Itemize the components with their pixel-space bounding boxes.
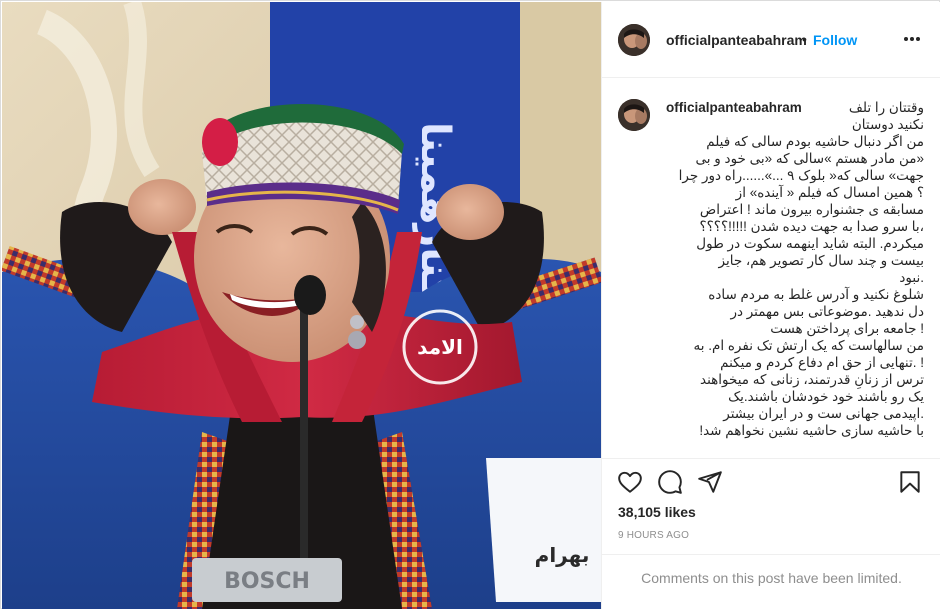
action-bar [602,458,940,506]
caption-line: میکردم. البته شاید اینهمه سکوت در طول [696,236,924,251]
caption-line: .اپیدمی جهانی ست و در ایران بیشتر [723,406,924,421]
instagram-post: ماکنارهمینا الامد BOSCH بهرام officialpa… [0,0,940,609]
post-photo[interactable]: ماکنارهمینا الامد BOSCH بهرام [2,2,601,609]
caption-line: مسابقه ی جشنواره بیرون ماند ! اعتراض [699,202,924,217]
mic-brand: BOSCH [224,569,310,594]
comment-icon[interactable] [657,469,683,495]
caption-line: ترس از زنانِ قدرتمند، زنانی که میخواهند [700,372,924,387]
likes-count[interactable]: 38,105 likes [618,504,696,520]
caption-text: وقتتان را تلف نکنید دوستان من اگر دنبال حا… [666,99,924,439]
post-header: officialpanteabahram • Follow [602,2,940,78]
caption-line: جهت» سالی که« بلوک ۹ ...»......راه دور چ… [678,168,924,183]
share-icon-svg [698,471,722,493]
avatar[interactable] [618,24,650,56]
post-side-panel: officialpanteabahram • Follow officialpa… [601,2,940,609]
caption-line: .نبود [899,270,924,285]
separator-dot: • [802,31,807,47]
caption-avatar[interactable] [618,99,650,131]
avatar-image [618,24,650,56]
more-dot [916,37,920,41]
avatar-image [618,99,650,131]
follow-button[interactable]: Follow [813,32,857,48]
share-icon[interactable] [697,469,723,495]
caption-line: بیست و چند سال کار تصویر هم، جایز [718,253,924,268]
caption-username[interactable]: officialpanteabahram [666,99,802,116]
bookmark-icon[interactable] [897,469,923,495]
heart-icon[interactable] [617,469,643,495]
heart-icon-svg [618,471,642,493]
post-caption: officialpanteabahram وقتتان را تلف نکنید … [666,99,924,439]
caption-line: با حاشیه سازی حاشیه نشین نخواهم شد! [699,423,924,438]
caption-line: ،با سرو صدا به جهت دیده شدن !!!!!؟؟؟؟ [699,219,924,234]
caption-line: دل ندهید .موضوعاتی بس مهمتر در [730,304,924,319]
caption-line: نکنید دوستان [851,117,924,132]
more-dot [910,37,914,41]
caption-line: «من مادر هستم »سالی که «بی خود و بی [695,151,924,166]
post-username[interactable]: officialpanteabahram [666,32,807,48]
caption-line: من سالهاست که یک ارتش تک نفره ام. به [693,338,924,353]
comment-icon-svg [658,470,682,494]
comments-area[interactable]: officialpanteabahram وقتتان را تلف نکنید … [602,79,940,457]
comments-limited-notice: Comments on this post have been limited. [602,554,940,608]
caption-line: ! .تنهایی از حق ام دفاع کردم و میکنم [720,355,924,370]
caption-line: ! جامعه برای پرداختن هست [770,321,924,336]
watermark-text: الامد [417,335,463,359]
caption-line: شلوغ نکنید و آدرس غلط به مردم ساده [708,287,924,302]
post-timestamp[interactable]: 9 HOURS AGO [618,530,689,541]
caption-line: من اگر دنبال حاشیه بودم سالی که فیلم [706,134,924,149]
more-options-icon[interactable] [902,28,922,48]
photo-illustration: ماکنارهمینا الامد BOSCH بهرام [2,2,601,609]
bookmark-icon-svg [900,471,920,493]
caption-line: یک رو باشند خود خودشان باشند.یک [728,389,924,404]
caption-line: ؟ همین امسال که فیلم « آینده» از [735,185,924,200]
nameplate-text: بهرام [535,543,590,567]
more-dot [904,37,908,41]
